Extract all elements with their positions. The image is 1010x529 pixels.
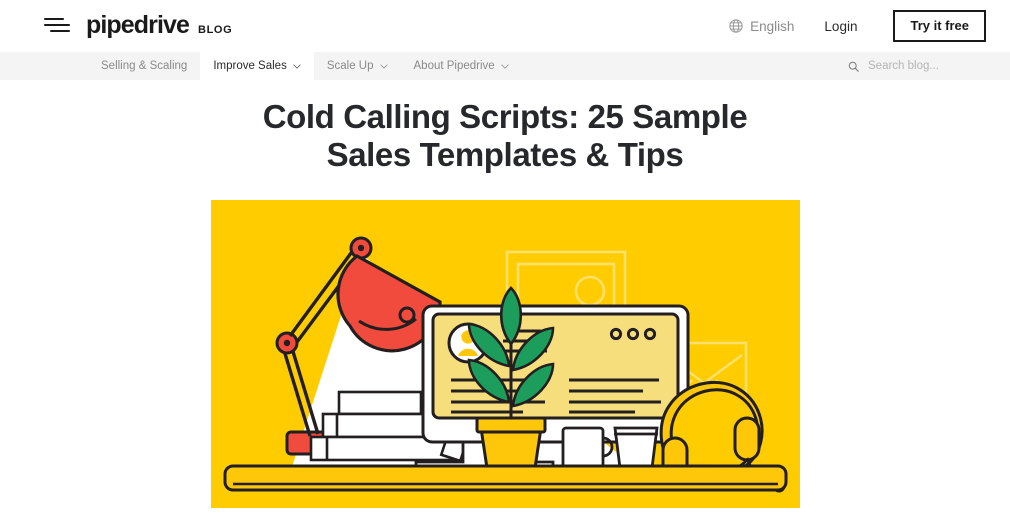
blog-search[interactable] (830, 52, 1010, 80)
login-link[interactable]: Login (824, 19, 857, 34)
language-selector[interactable]: English (729, 19, 794, 34)
brand-logo[interactable]: pipedrive BLOG (86, 13, 232, 38)
category-navbar: Selling & Scaling Improve Sales Scale Up… (0, 52, 1010, 80)
search-icon (848, 61, 859, 72)
site-header: pipedrive BLOG English Login Try it free (0, 0, 1010, 52)
desk-surface (223, 464, 788, 492)
globe-icon (729, 19, 743, 33)
hamburger-line (50, 30, 70, 32)
article-hero-image (211, 200, 800, 508)
category-nav-items: Selling & Scaling Improve Sales Scale Up… (88, 52, 522, 80)
language-label: English (750, 18, 795, 34)
nav-item-label: Scale Up (326, 60, 374, 72)
nav-item-label: Selling & Scaling (101, 60, 188, 72)
page-root: pipedrive BLOG English Login Try it free (0, 0, 1010, 529)
paper-cup (613, 426, 659, 470)
brand-name: pipedrive (86, 11, 190, 39)
chevron-down-icon (293, 63, 301, 69)
page-title: Cold Calling Scripts: 25 Sample Sales Te… (262, 98, 748, 173)
desk-illustration (211, 200, 800, 508)
hamburger-line (44, 24, 70, 26)
nav-item-selling-and-scaling[interactable]: Selling & Scaling (88, 52, 200, 80)
chevron-down-icon (379, 63, 388, 69)
nav-item-scale-up[interactable]: Scale Up (314, 52, 401, 80)
nav-item-about-pipedrive[interactable]: About Pipedrive (401, 52, 522, 80)
hamburger-icon[interactable] (44, 18, 70, 33)
try-it-free-button[interactable]: Try it free (893, 9, 986, 43)
brand-suffix: BLOG (198, 24, 233, 36)
hamburger-line (44, 18, 64, 20)
nav-item-label: Improve Sales (213, 60, 287, 72)
nav-item-label: About Pipedrive (413, 60, 495, 72)
header-actions: English Login Try it free (729, 0, 986, 52)
chevron-down-icon (501, 63, 509, 69)
search-input[interactable] (868, 60, 998, 72)
nav-item-improve-sales[interactable]: Improve Sales (200, 52, 314, 80)
